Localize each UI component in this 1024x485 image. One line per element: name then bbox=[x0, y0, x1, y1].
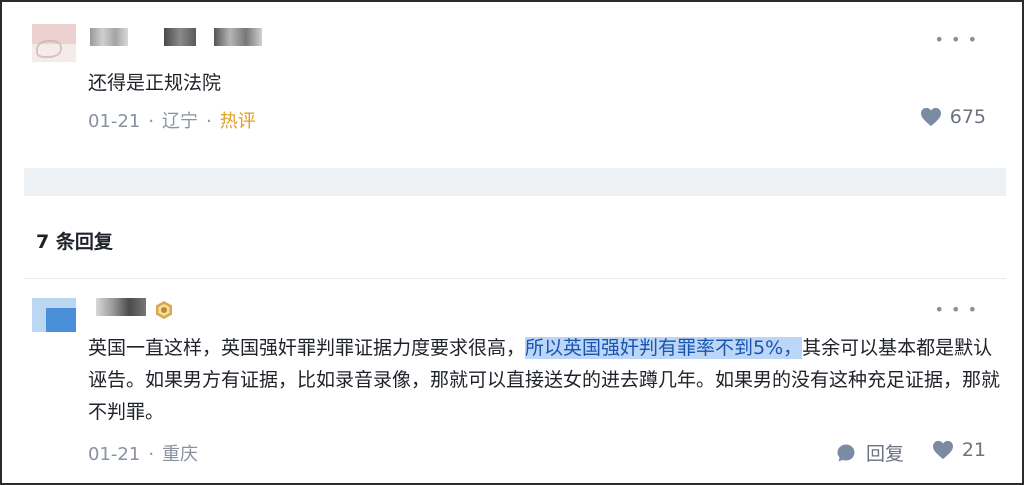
comment-location: 辽宁 bbox=[162, 111, 199, 132]
replier-avatar[interactable] bbox=[32, 298, 76, 332]
divider bbox=[24, 278, 1006, 279]
like-button[interactable]: 675 bbox=[920, 106, 986, 128]
replies-header: 7 条回复 bbox=[36, 231, 113, 253]
comment-text: 还得是正规法院 bbox=[88, 72, 222, 94]
commenter-name-blurred[interactable] bbox=[164, 28, 196, 46]
hot-comment-tag: 热评 bbox=[219, 111, 256, 132]
highlighted-text: 所以英国强奸判有罪率不到5%， bbox=[525, 337, 803, 359]
reply-location: 重庆 bbox=[162, 444, 199, 465]
more-options-icon[interactable]: • • • bbox=[935, 30, 978, 49]
comment-date: 01-21 bbox=[88, 111, 141, 132]
level-badge-icon bbox=[156, 301, 172, 319]
reply-label: 回复 bbox=[865, 443, 904, 465]
reply-meta: 01-21 · 重庆 bbox=[88, 444, 199, 465]
commenter-name-blurred[interactable] bbox=[90, 28, 128, 46]
replier-name-blurred[interactable] bbox=[96, 298, 146, 316]
reply-text-part: 英国一直这样，英国强奸罪判罪证据力度要求很高， bbox=[88, 337, 526, 359]
comment-thread-panel: • • • 还得是正规法院 01-21 · 辽宁 · 热评 675 7 条回复 • • … bbox=[0, 0, 1024, 485]
like-count: 21 bbox=[961, 439, 986, 461]
commenter-avatar[interactable] bbox=[32, 24, 76, 62]
heart-icon bbox=[932, 440, 953, 460]
reply-date: 01-21 bbox=[88, 444, 141, 465]
reply-button[interactable]: 回复 bbox=[836, 439, 904, 466]
like-count: 675 bbox=[949, 106, 986, 128]
more-options-icon[interactable]: • • • bbox=[935, 300, 978, 319]
commenter-name-blurred[interactable] bbox=[214, 28, 262, 46]
section-divider bbox=[24, 168, 1006, 196]
reply-text: 英国一直这样，英国强奸罪判罪证据力度要求很高，所以英国强奸判有罪率不到5%，其余… bbox=[88, 332, 1008, 428]
heart-icon bbox=[920, 107, 941, 127]
like-button[interactable]: 21 bbox=[932, 439, 986, 461]
comment-meta: 01-21 · 辽宁 · 热评 bbox=[88, 111, 256, 132]
comment-bubble-icon bbox=[837, 444, 855, 461]
